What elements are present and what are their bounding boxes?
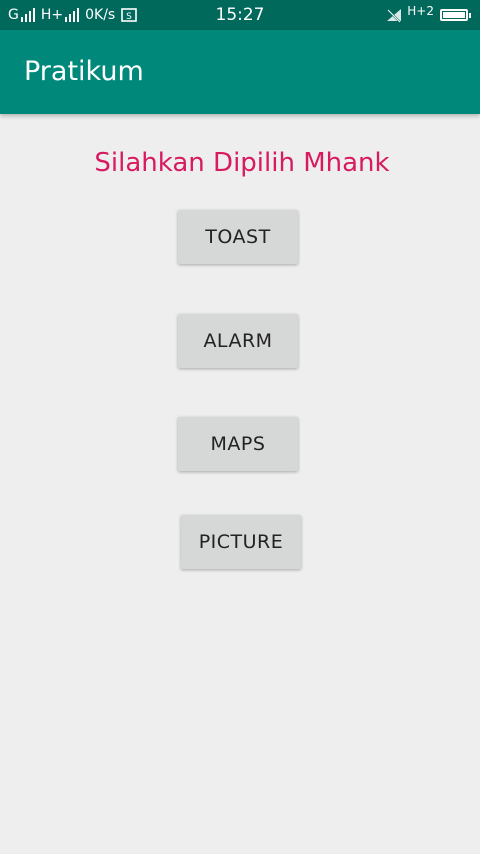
app-bar: Pratikum <box>0 30 480 114</box>
wifi-off-icon <box>385 7 403 23</box>
maps-button[interactable]: MAPS <box>178 417 298 471</box>
network-type-label: H+2 <box>407 4 434 18</box>
status-right-group: H+2 <box>385 4 471 25</box>
battery-icon <box>440 9 471 21</box>
status-bar: G H+ 0K/s S 15:27 H+2 <box>0 0 480 30</box>
alarm-button[interactable]: ALARM <box>178 314 298 368</box>
page-headline: Silahkan Dipilih Mhank <box>94 148 390 178</box>
app-title: Pratikum <box>24 56 144 87</box>
picture-button[interactable]: PICTURE <box>181 515 301 569</box>
battery-level-fill <box>443 12 465 18</box>
toast-button[interactable]: TOAST <box>178 210 298 264</box>
